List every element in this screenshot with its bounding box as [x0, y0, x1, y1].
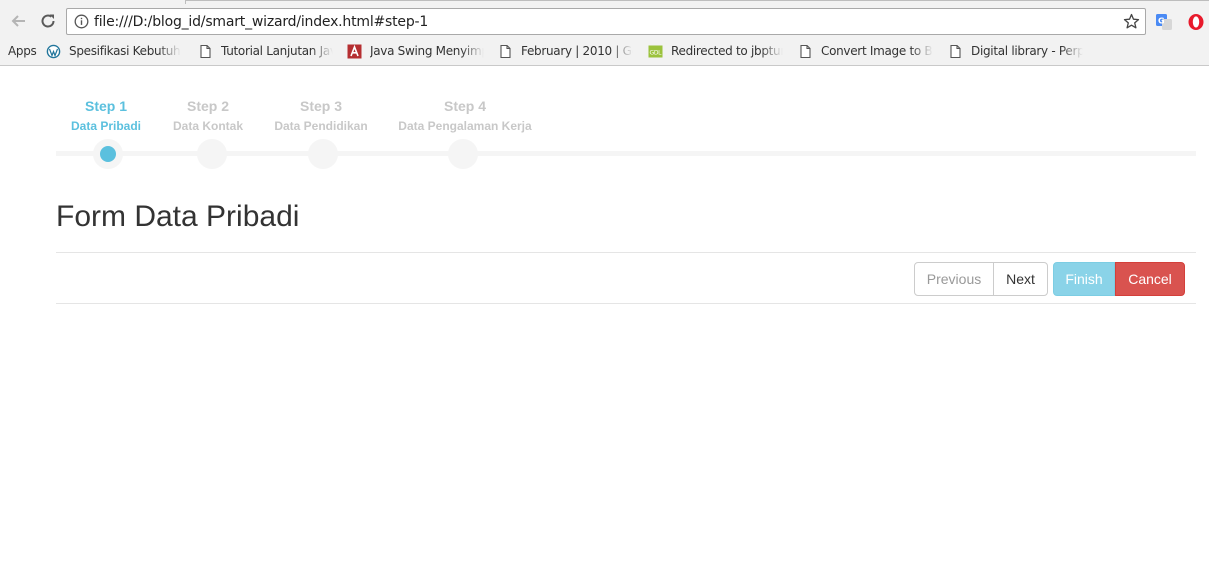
bookmark-item[interactable]: GDL Redirected to jbptuni	[648, 40, 786, 62]
cancel-button[interactable]: Cancel	[1115, 262, 1185, 296]
bookmark-label: Digital library - Perpu	[971, 44, 1083, 58]
tab-strip	[185, 0, 1209, 4]
step-title: Step 2	[186, 98, 229, 114]
address-bar[interactable]: file:///D:/blog_id/smart_wizard/index.ht…	[66, 8, 1146, 35]
back-button[interactable]	[8, 10, 30, 32]
browser-chrome: file:///D:/blog_id/smart_wizard/index.ht…	[0, 0, 1209, 66]
bookmark-label: Tutorial Lanjutan Java	[221, 44, 333, 58]
step-3-indicator[interactable]	[308, 139, 338, 169]
gdl-icon: GDL	[648, 45, 663, 57]
page-icon	[800, 44, 811, 58]
bookmark-item[interactable]: February | 2010 | Gen	[498, 40, 636, 62]
bookmarks-bar: Apps Spesifikasi Kebutuhan Tutorial Lanj…	[0, 40, 1209, 62]
url-text[interactable]: file:///D:/blog_id/smart_wizard/index.ht…	[94, 14, 428, 30]
step-4-link[interactable]: Step 4 Data Pengalaman Kerja	[394, 98, 536, 133]
google-translate-icon[interactable]: G	[1155, 13, 1173, 31]
step-2-indicator[interactable]	[197, 139, 227, 169]
step-4-indicator[interactable]	[448, 139, 478, 169]
bookmark-label: Apps	[8, 44, 37, 58]
step-subtitle: Data Kontak	[172, 119, 243, 133]
step-1-link[interactable]: Step 1 Data Pribadi	[56, 98, 156, 133]
bookmark-item[interactable]: Tutorial Lanjutan Java	[198, 40, 336, 62]
bookmark-item[interactable]: Digital library - Perpu	[948, 40, 1086, 62]
bookmark-label: February | 2010 | Gen	[521, 44, 633, 58]
next-button[interactable]: Next	[993, 262, 1048, 296]
step-subtitle: Data Pribadi	[70, 119, 142, 133]
step-title: Step 4	[443, 98, 486, 114]
step-title: Step 1	[84, 98, 127, 114]
bookmark-label: Redirected to jbptuni	[671, 44, 783, 58]
finish-button[interactable]: Finish	[1053, 262, 1115, 296]
bookmark-label: Java Swing Menyimpan	[370, 44, 484, 58]
bookmark-label: Convert Image to Bin	[821, 44, 933, 58]
step-2-link[interactable]: Step 2 Data Kontak	[162, 98, 254, 133]
step-3-link[interactable]: Step 3 Data Pendidikan	[270, 98, 372, 133]
angular-icon	[347, 44, 362, 58]
page-icon	[500, 44, 511, 58]
bookmark-item[interactable]: Java Swing Menyimpan	[347, 40, 485, 62]
step-1-indicator[interactable]	[93, 139, 123, 169]
page-icon	[950, 44, 961, 58]
svg-text:GDL: GDL	[650, 49, 663, 56]
reload-icon	[41, 14, 55, 28]
toolbar-divider-top	[56, 252, 1196, 253]
step-title: Step 3	[299, 98, 342, 114]
previous-button[interactable]: Previous	[914, 262, 994, 296]
steps-progress-track	[56, 151, 1196, 156]
step-subtitle: Data Pengalaman Kerja	[398, 119, 532, 133]
opera-icon[interactable]	[1187, 13, 1205, 31]
info-icon[interactable]	[74, 14, 89, 29]
bookmark-star-icon[interactable]	[1123, 13, 1140, 30]
bookmark-label: Spesifikasi Kebutuhan	[69, 44, 181, 58]
bookmark-item[interactable]: Convert Image to Bin	[798, 40, 936, 62]
bookmark-apps[interactable]: Apps	[8, 40, 40, 62]
bookmark-item[interactable]: Spesifikasi Kebutuhan	[46, 40, 186, 62]
reload-button[interactable]	[37, 10, 59, 32]
arrow-left-icon	[11, 15, 25, 27]
step-subtitle: Data Pendidikan	[274, 119, 368, 133]
toolbar-divider-bottom	[56, 303, 1196, 304]
form-title: Form Data Pribadi	[56, 200, 300, 233]
wordpress-icon	[46, 44, 61, 58]
page-icon	[200, 44, 211, 58]
svg-text:G: G	[1158, 17, 1165, 26]
